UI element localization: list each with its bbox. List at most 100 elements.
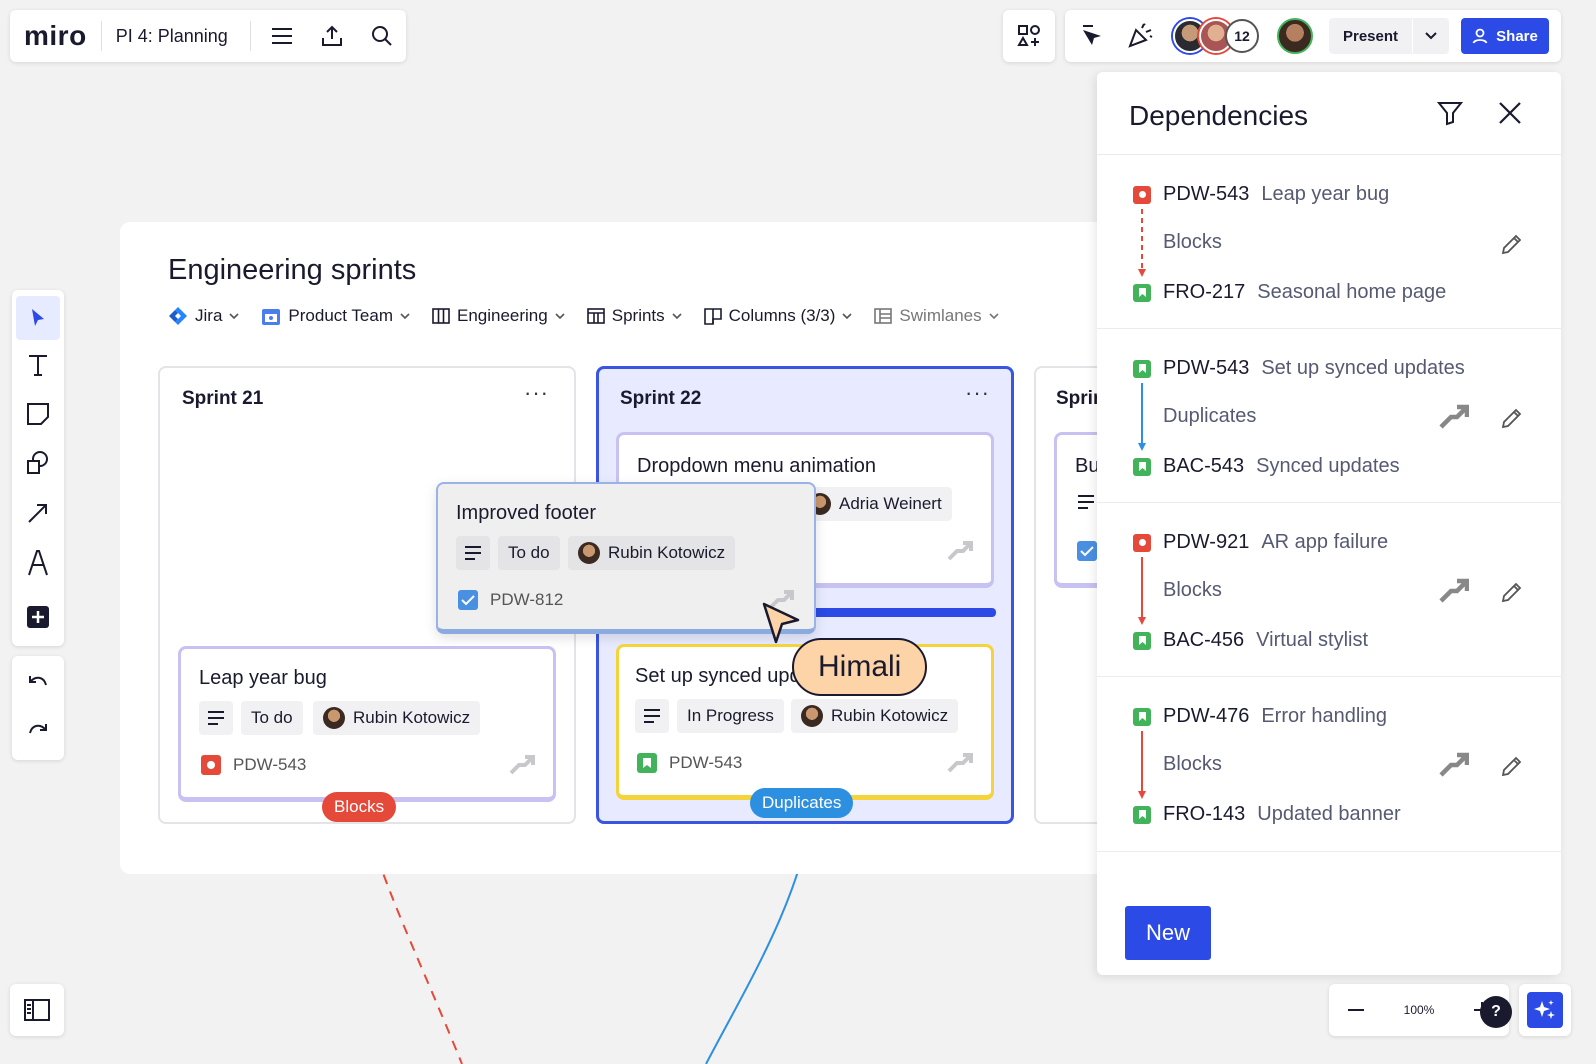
jira-sync-icon[interactable]	[1439, 403, 1469, 429]
collaborator-name-tag: Himali	[792, 638, 928, 696]
issue-name[interactable]: Seasonal home page	[1257, 281, 1446, 304]
assignee-name: Rubin Kotowicz	[831, 706, 949, 725]
jira-sync-icon[interactable]	[1439, 751, 1469, 777]
bug-icon	[201, 755, 221, 775]
filter-jira[interactable]: Jira	[168, 306, 239, 326]
status-chip[interactable]: In Progress	[677, 699, 784, 733]
issue-name[interactable]: Updated banner	[1257, 803, 1400, 826]
chevron-down-icon	[400, 313, 410, 320]
issue-key[interactable]: PDW-812	[458, 590, 563, 610]
edit-icon[interactable]	[1495, 227, 1529, 261]
filter-label: Jira	[195, 306, 223, 325]
assignee-chip[interactable]: Rubin Kotowicz	[568, 536, 736, 570]
jira-card-dragging[interactable]: Improved footer To do Rubin Kotowicz PDW…	[436, 482, 816, 634]
assignee-name: Adria Weinert	[839, 494, 942, 513]
issue-key-label: PDW-812	[490, 590, 564, 609]
chevron-down-icon	[989, 313, 999, 320]
issue-name[interactable]: Set up synced updates	[1261, 357, 1464, 380]
jira-sync-icon	[947, 539, 973, 561]
assignee-chip[interactable]: Rubin Kotowicz	[313, 701, 481, 735]
relation-arrow	[1138, 557, 1146, 625]
assignee-chip[interactable]: Rubin Kotowicz	[791, 699, 959, 733]
filter-icon[interactable]	[1433, 96, 1467, 130]
frame-title: Engineering sprints	[168, 254, 417, 286]
new-dependency-button[interactable]: New	[1125, 906, 1211, 960]
issue-name[interactable]: Error handling	[1261, 705, 1387, 728]
issue-key[interactable]: BAC-543	[1163, 455, 1244, 478]
edit-icon[interactable]	[1495, 401, 1529, 435]
duplicates-badge[interactable]: Duplicates	[750, 788, 854, 818]
issue-key[interactable]: PDW-543	[637, 753, 742, 773]
description-icon[interactable]	[1077, 495, 1095, 509]
avatar	[323, 707, 345, 729]
bug-icon	[1133, 185, 1151, 204]
assignee-name: Rubin Kotowicz	[353, 708, 471, 727]
calendar-icon	[262, 309, 281, 325]
jira-sync-icon[interactable]	[1439, 577, 1469, 603]
jira-icon	[169, 307, 187, 325]
dependency-item[interactable]: PDW-921 AR app failure Blocks BAC-456 Vi…	[1097, 502, 1561, 678]
dependencies-panel: Dependencies PDW-543 Leap year bug Block…	[1097, 72, 1561, 975]
filter-label: Engineering	[456, 306, 548, 325]
zoom-out-icon[interactable]	[1339, 993, 1373, 1027]
zoom-level[interactable]: 100%	[1404, 1003, 1435, 1017]
card-title: Bu	[1075, 455, 1100, 477]
blocks-badge[interactable]: Blocks	[322, 792, 397, 822]
filter-label: Columns (3/3)	[728, 306, 836, 325]
story-icon	[637, 753, 657, 773]
column-title: Sprint 22	[620, 388, 702, 409]
description-icon[interactable]	[199, 701, 233, 735]
relation-arrow	[1138, 383, 1146, 451]
card-title: Set up synced upd	[635, 665, 801, 687]
issue-key[interactable]: FRO-143	[1163, 803, 1245, 826]
issue-key[interactable]: PDW-543	[1163, 183, 1249, 206]
checkbox-icon	[1077, 541, 1097, 561]
issue-key[interactable]: PDW-921	[1163, 531, 1249, 554]
issue-key-label: PDW-543	[233, 755, 307, 774]
issue-name[interactable]: Virtual stylist	[1256, 629, 1368, 652]
help-button[interactable]: ?	[1480, 996, 1512, 1028]
dependency-item[interactable]: PDW-543 Leap year bug Blocks FRO-217 Sea…	[1097, 154, 1561, 330]
avatar	[578, 542, 600, 564]
jira-card[interactable]: Leap year bug To do Rubin Kotowicz PDW-5…	[178, 646, 556, 802]
more-options-icon[interactable]: ···	[965, 380, 990, 406]
story-icon	[1133, 457, 1151, 476]
filter-sprints[interactable]: Sprints	[586, 306, 682, 326]
panel-title: Dependencies	[1129, 100, 1309, 131]
close-icon[interactable]	[1493, 96, 1527, 130]
relation-type: Blocks	[1163, 231, 1222, 253]
status-chip[interactable]: To do	[498, 536, 560, 570]
more-options-icon[interactable]: ···	[524, 380, 549, 406]
filter-swimlanes[interactable]: Swimlanes	[874, 306, 999, 326]
issue-key[interactable]: FRO-217	[1163, 281, 1245, 304]
dependency-item[interactable]: PDW-543 Set up synced updates Duplicates…	[1097, 328, 1561, 504]
issue-name[interactable]: Leap year bug	[1261, 183, 1389, 206]
status-chip[interactable]: To do	[241, 701, 303, 735]
edit-icon[interactable]	[1495, 749, 1529, 783]
relation-type: Blocks	[1163, 579, 1222, 601]
issue-name[interactable]: Synced updates	[1256, 455, 1399, 478]
dependency-item[interactable]: PDW-476 Error handling Blocks FRO-143 Up…	[1097, 676, 1561, 852]
edit-icon[interactable]	[1495, 575, 1529, 609]
collaborator-cursor-icon	[762, 602, 802, 646]
filter-product-team[interactable]: Product Team	[261, 306, 410, 326]
assignee-chip[interactable]: Adria Weinert	[799, 487, 952, 521]
jira-sync-icon	[509, 753, 535, 775]
issue-key[interactable]: PDW-476	[1163, 705, 1249, 728]
issue-key[interactable]: PDW-543	[201, 755, 306, 775]
filter-bar: Jira Product Team Engineering Sprints Co…	[168, 306, 1021, 326]
drop-indicator	[800, 608, 996, 617]
sparkle-icon[interactable]	[1527, 992, 1563, 1028]
issue-name[interactable]: AR app failure	[1261, 531, 1388, 554]
story-icon	[1133, 283, 1151, 302]
filter-engineering[interactable]: Engineering	[432, 306, 565, 326]
assignee-name: Rubin Kotowicz	[608, 543, 726, 562]
issue-key[interactable]: PDW-543	[1163, 357, 1249, 380]
filter-columns[interactable]: Columns (3/3)	[703, 306, 853, 326]
story-icon	[1133, 805, 1151, 824]
issue-key[interactable]: BAC-456	[1163, 629, 1244, 652]
relation-type: Blocks	[1163, 753, 1222, 775]
description-icon[interactable]	[635, 699, 669, 733]
filter-label: Sprints	[611, 306, 665, 325]
description-icon[interactable]	[456, 536, 490, 570]
